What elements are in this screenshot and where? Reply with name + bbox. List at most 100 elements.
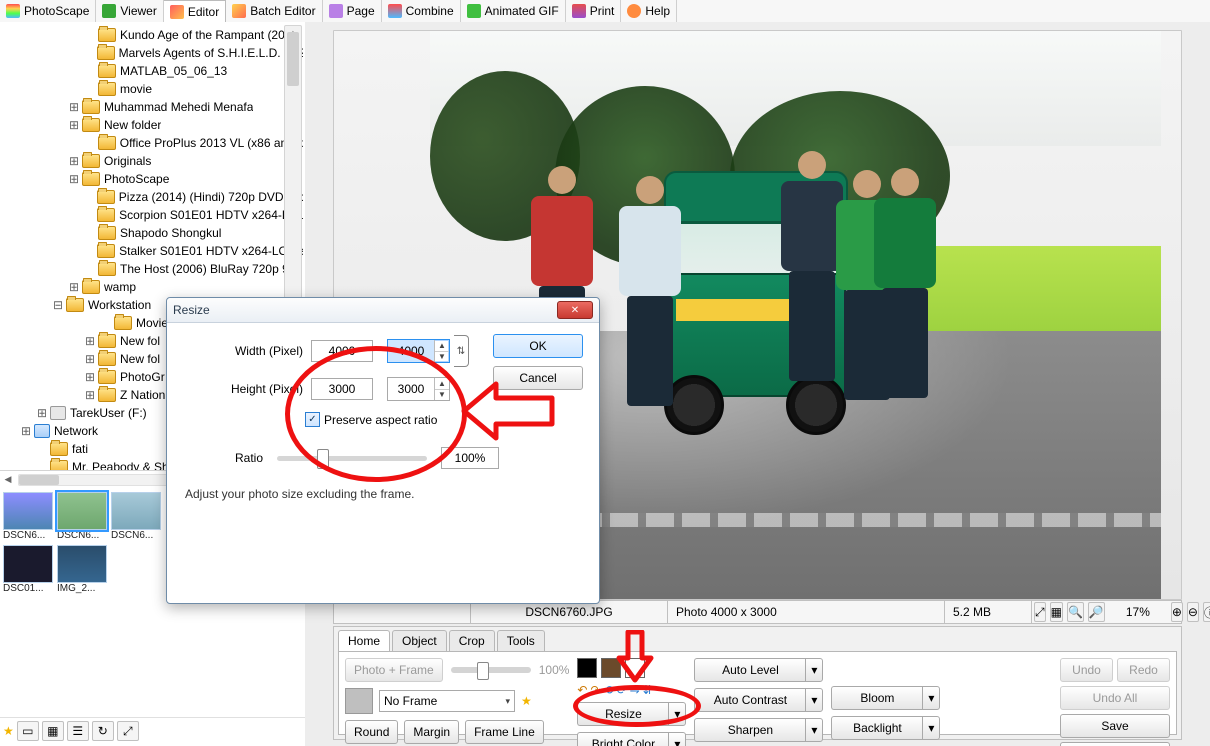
tree-expander-icon[interactable]: ⊞ xyxy=(66,280,82,294)
rotate-left-icon[interactable]: ↶ xyxy=(577,684,587,696)
thumb-action-3[interactable]: ☰ xyxy=(67,721,89,741)
rotate-cw-icon[interactable]: ⟳ xyxy=(617,684,627,696)
bloom-dd[interactable]: ▾ xyxy=(922,686,940,710)
rotate-right-icon[interactable]: ↷ xyxy=(590,684,600,696)
thumbnail[interactable]: DSC01... xyxy=(3,545,55,594)
thumbnail[interactable]: DSCN6... xyxy=(111,492,163,541)
menu-button[interactable]: Menu xyxy=(1060,742,1170,746)
dialog-titlebar[interactable]: Resize ✕ xyxy=(167,298,599,323)
close-button[interactable]: ✕ xyxy=(557,301,593,319)
photo-frame-button[interactable]: Photo + Frame xyxy=(345,658,443,682)
auto-level-button[interactable]: Auto Level xyxy=(694,658,805,682)
height-input[interactable] xyxy=(388,378,434,400)
redo-button[interactable]: Redo xyxy=(1117,658,1170,682)
undo-all-button[interactable]: Undo All xyxy=(1060,686,1170,710)
height-spinner[interactable]: ▲▼ xyxy=(387,377,450,401)
zoom-minus-icon[interactable]: ⊖ xyxy=(1187,602,1199,622)
zoom-plus-icon[interactable]: ⊕ xyxy=(1171,602,1183,622)
thumbnail[interactable]: DSCN6... xyxy=(57,492,109,541)
tab-combine[interactable]: Combine xyxy=(382,0,461,22)
tree-expander-icon[interactable]: ⊞ xyxy=(66,154,82,168)
tree-row[interactable]: ⊞New folder xyxy=(2,116,303,134)
sharpen-dd[interactable]: ▾ xyxy=(805,718,823,742)
bright-color-button[interactable]: Bright,Color xyxy=(577,732,668,746)
tree-expander-icon[interactable]: ⊞ xyxy=(18,424,34,438)
resize-dd[interactable]: ▾ xyxy=(668,702,686,726)
bloom-button[interactable]: Bloom xyxy=(831,686,922,710)
tree-expander-icon[interactable]: ⊞ xyxy=(82,388,98,402)
tree-row[interactable]: Marvels Agents of S.H.I.E.L.D. S02 xyxy=(2,44,303,62)
tree-row[interactable]: Shapodo Shongkul xyxy=(2,224,303,242)
backlight-dd[interactable]: ▾ xyxy=(922,716,940,740)
round-button[interactable]: Round xyxy=(345,720,398,744)
zoom-out-icon[interactable]: 🔎 xyxy=(1088,602,1105,622)
spin-down-icon[interactable]: ▼ xyxy=(435,390,449,401)
swatch-brown[interactable] xyxy=(601,658,621,678)
auto-contrast-dd[interactable]: ▾ xyxy=(805,688,823,712)
ok-button[interactable]: OK xyxy=(493,334,583,358)
hscroll-thumb[interactable] xyxy=(19,475,59,485)
backlight-button[interactable]: Backlight xyxy=(831,716,922,740)
frame-select[interactable]: No Frame▾ xyxy=(379,690,515,712)
tab-viewer[interactable]: Viewer xyxy=(96,0,163,22)
tree-row[interactable]: movie xyxy=(2,80,303,98)
spin-up-icon[interactable]: ▲ xyxy=(435,340,449,352)
undo-button[interactable]: Undo xyxy=(1060,658,1113,682)
swatch-black[interactable] xyxy=(577,658,597,678)
preserve-aspect-checkbox[interactable]: ✓ Preserve aspect ratio xyxy=(305,412,437,427)
tree-expander-icon[interactable]: ⊞ xyxy=(66,100,82,114)
auto-level-dd[interactable]: ▾ xyxy=(805,658,823,682)
tree-expander-icon[interactable]: ⊞ xyxy=(82,334,98,348)
tab-help[interactable]: Help xyxy=(621,0,677,22)
zoom-in-icon[interactable]: 🔍 xyxy=(1067,602,1084,622)
resize-button[interactable]: Resize xyxy=(577,702,668,726)
rotate-ccw-icon[interactable]: ⟲ xyxy=(604,684,614,696)
tab-object[interactable]: Object xyxy=(392,630,447,651)
scroll-thumb[interactable] xyxy=(287,32,299,86)
info-icon[interactable]: ⓘ xyxy=(1203,602,1210,622)
flip-v-icon[interactable]: ⇵ xyxy=(643,684,653,696)
tab-crop[interactable]: Crop xyxy=(449,630,495,651)
thumb-action-2[interactable]: ▦ xyxy=(42,721,64,741)
tree-expander-icon[interactable]: ⊞ xyxy=(66,118,82,132)
save-button[interactable]: Save xyxy=(1060,714,1170,738)
opacity-slider[interactable] xyxy=(451,667,531,673)
thumb-action-5[interactable]: ⤢ xyxy=(117,721,139,741)
ratio-slider[interactable] xyxy=(277,456,427,461)
thumbnail[interactable]: DSCN6... xyxy=(3,492,55,541)
tree-row[interactable]: ⊞wamp xyxy=(2,278,303,296)
link-aspect-icon[interactable]: ⇅ xyxy=(454,335,469,367)
tab-animated-gif[interactable]: Animated GIF xyxy=(461,0,566,22)
tab-home[interactable]: Home xyxy=(338,630,390,651)
width-spinner[interactable]: ▲▼ xyxy=(387,339,450,363)
tree-expander-icon[interactable]: ⊞ xyxy=(66,172,82,186)
thumbnail[interactable]: IMG_2... xyxy=(57,545,109,594)
tab-tools[interactable]: Tools xyxy=(497,630,545,651)
tree-row[interactable]: ⊞Muhammad Mehedi Menafa xyxy=(2,98,303,116)
thumb-action-1[interactable]: ▭ xyxy=(17,721,39,741)
tree-row[interactable]: ⊞Originals xyxy=(2,152,303,170)
spin-up-icon[interactable]: ▲ xyxy=(435,378,449,390)
tab-print[interactable]: Print xyxy=(566,0,622,22)
scroll-left-icon[interactable]: ◀ xyxy=(0,474,16,485)
swatch-white[interactable] xyxy=(625,658,645,678)
tree-expander-icon[interactable]: ⊞ xyxy=(34,406,50,420)
bright-color-dd[interactable]: ▾ xyxy=(668,732,686,746)
tree-expander-icon[interactable]: ⊞ xyxy=(82,352,98,366)
sharpen-button[interactable]: Sharpen xyxy=(694,718,805,742)
tab-photoscape[interactable]: PhotoScape xyxy=(0,0,96,22)
frame-line-button[interactable]: Frame Line xyxy=(465,720,544,744)
tree-expander-icon[interactable]: ⊞ xyxy=(82,370,98,384)
cancel-button[interactable]: Cancel xyxy=(493,366,583,390)
tree-row[interactable]: Kundo Age of the Rampant (2014 xyxy=(2,26,303,44)
tab-editor[interactable]: Editor xyxy=(164,0,226,22)
fit-icon[interactable]: ⤢ xyxy=(1034,602,1046,622)
tab-batch-editor[interactable]: Batch Editor xyxy=(226,0,322,22)
margin-button[interactable]: Margin xyxy=(404,720,459,744)
tree-row[interactable]: MATLAB_05_06_13 xyxy=(2,62,303,80)
auto-contrast-button[interactable]: Auto Contrast xyxy=(694,688,805,712)
tree-row[interactable]: Office ProPlus 2013 VL (x86 and x xyxy=(2,134,303,152)
tree-row[interactable]: ⊞PhotoScape xyxy=(2,170,303,188)
actual-icon[interactable]: ▦ xyxy=(1050,602,1063,622)
width-input[interactable] xyxy=(388,340,434,362)
